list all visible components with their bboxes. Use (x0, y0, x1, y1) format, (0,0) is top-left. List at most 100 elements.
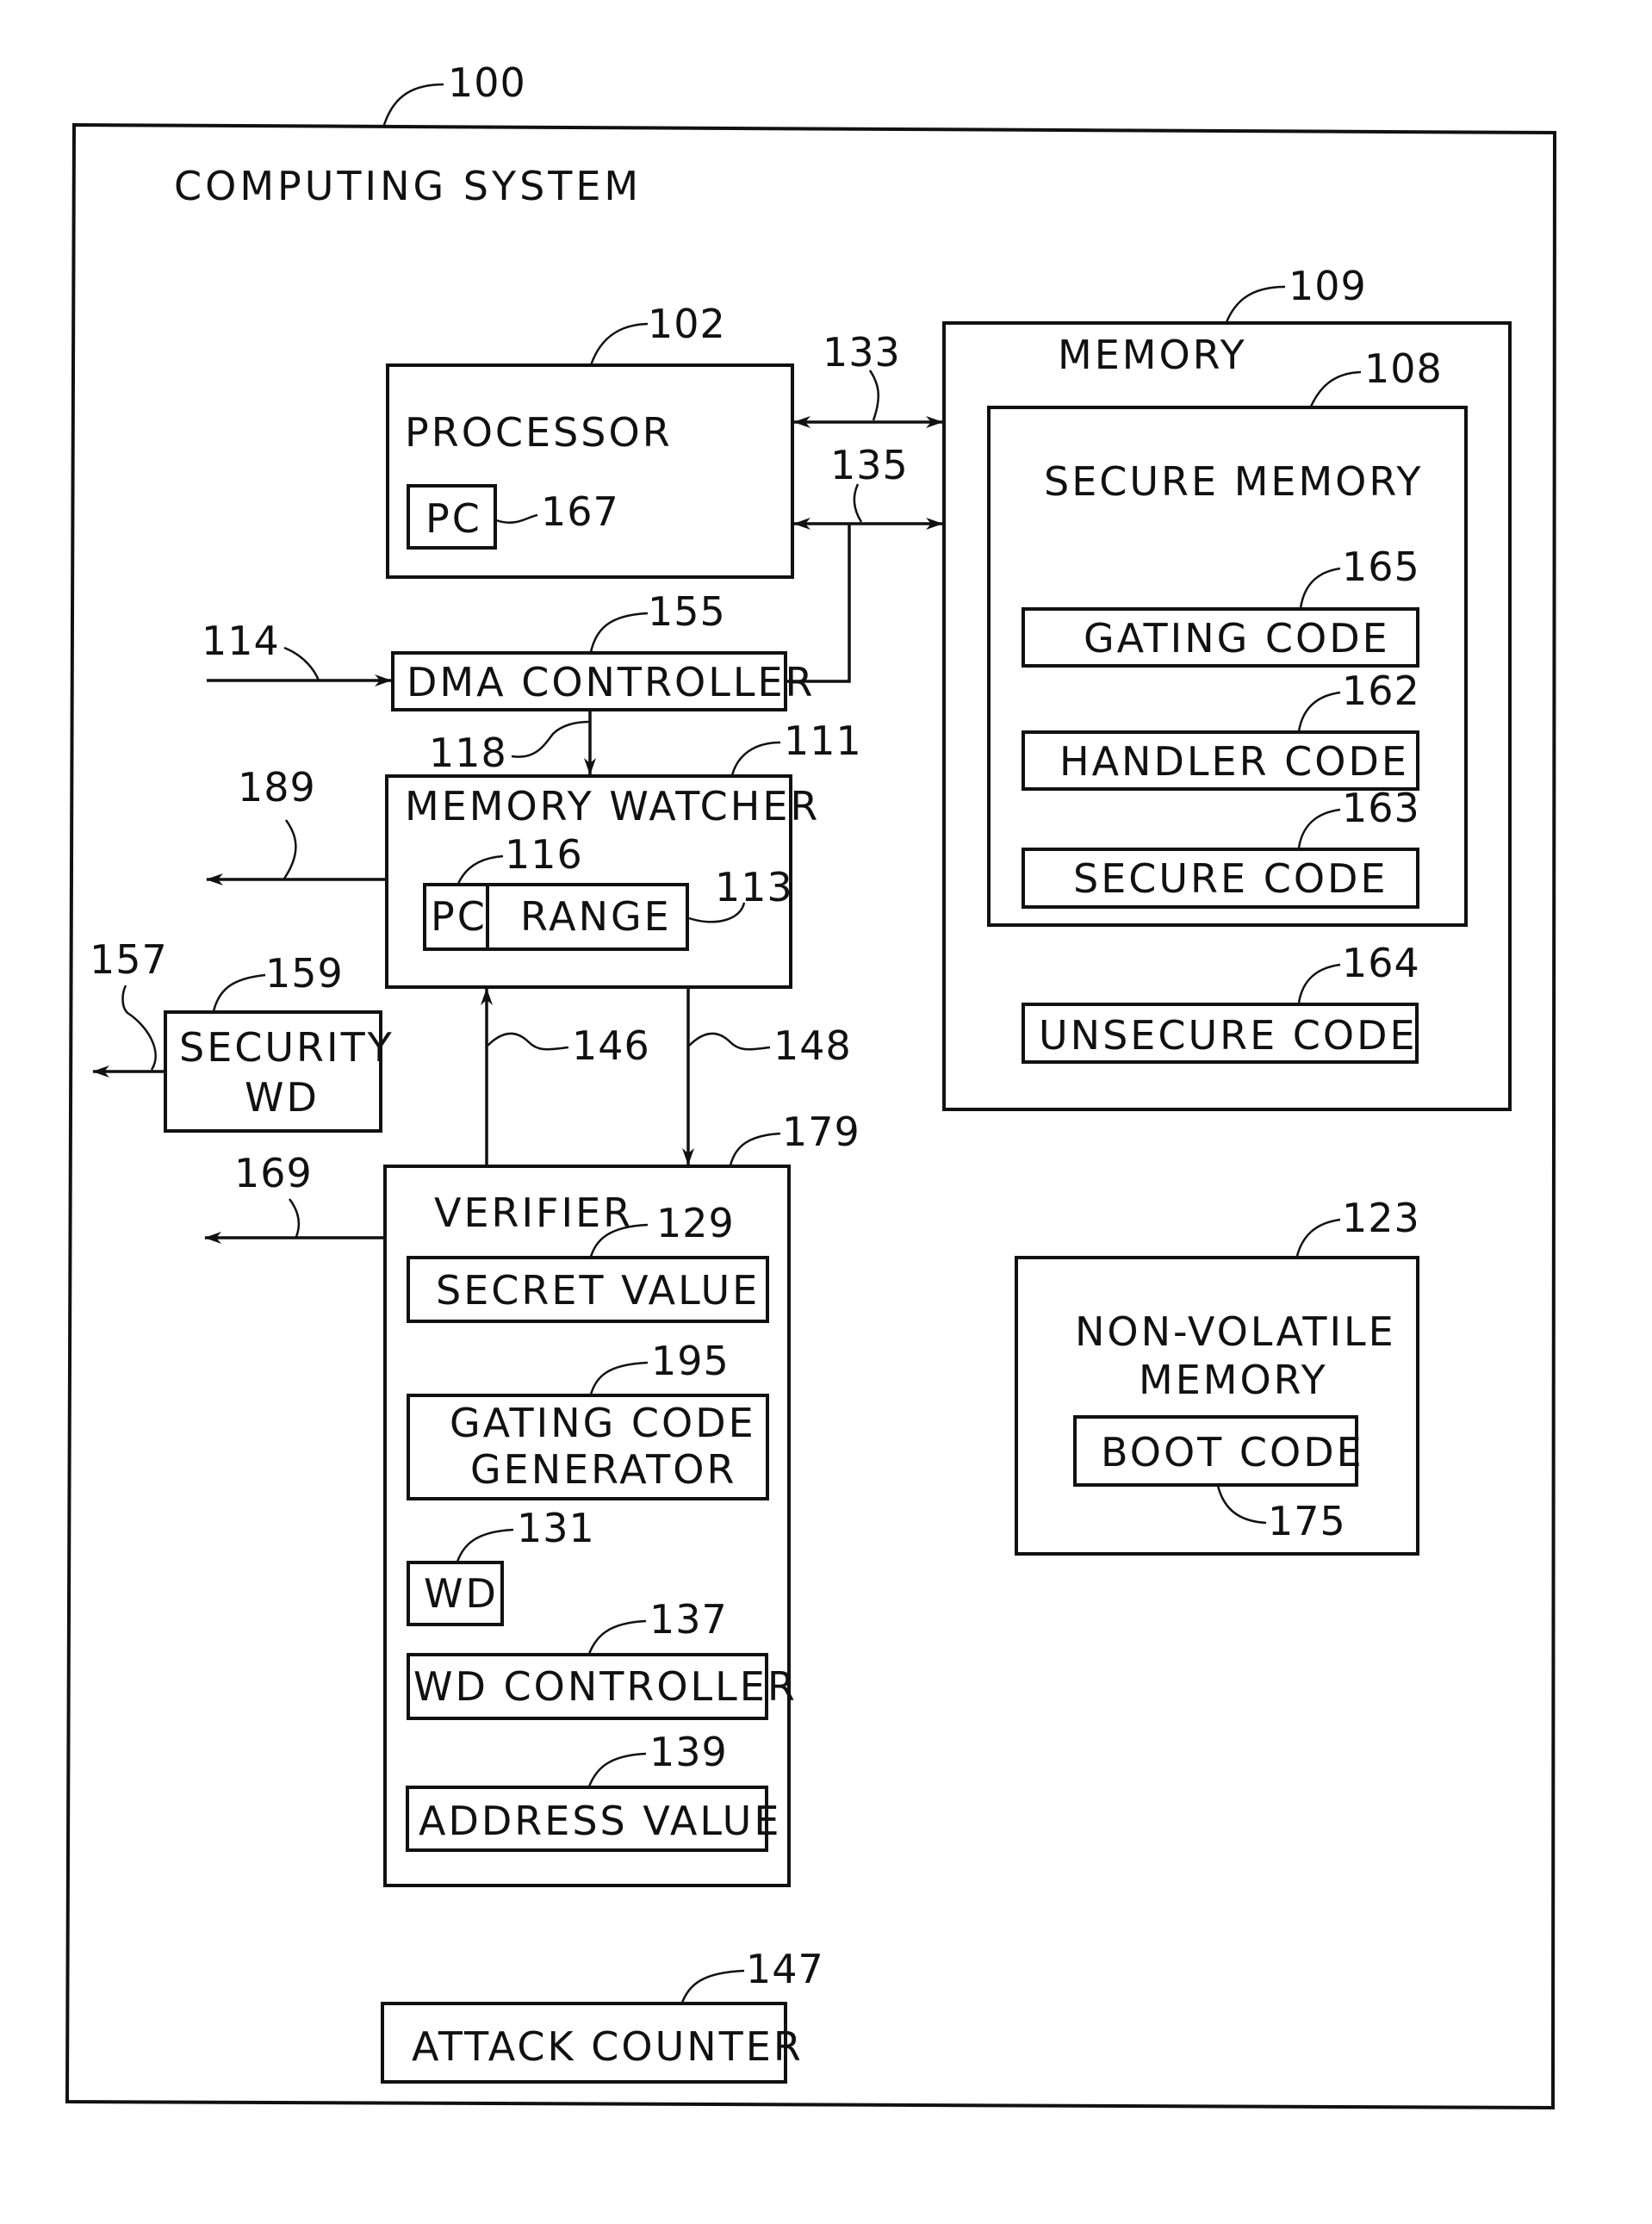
memory-box (942, 321, 1512, 1111)
ref-leader-135 (853, 483, 863, 523)
security-wd-label-line2: WD (245, 1074, 320, 1121)
non-volatile-memory-label-line1: NON-VOLATILE (1075, 1308, 1396, 1355)
ref-label-113: 113 (715, 864, 793, 910)
ref-label-147: 147 (746, 1946, 824, 1992)
ref-leader-169 (289, 1198, 300, 1238)
patent-figure: 100 COMPUTING SYSTEM PROCESSOR 102 PC 16… (65, 59, 1557, 2110)
ref-label-133: 133 (823, 329, 901, 376)
ref-label-137: 137 (649, 1596, 728, 1643)
ref-label-169: 169 (234, 1150, 313, 1196)
ref-leader-164 (1297, 963, 1341, 1003)
ref-label-129: 129 (656, 1200, 735, 1246)
ref-leader-163 (1297, 808, 1341, 848)
processor-pc-label: PC (425, 495, 482, 542)
ref-label-162: 162 (1342, 668, 1420, 714)
ref-leader-102 (589, 322, 649, 366)
gating-code-generator-label-line1: GATING CODE (450, 1400, 756, 1446)
ref-leader-155 (589, 612, 649, 653)
ref-leader-162 (1297, 691, 1341, 732)
ref-leader-131 (456, 1528, 514, 1562)
processor-box (386, 363, 794, 579)
wd-label: WD (424, 1570, 499, 1617)
ref-leader-148 (688, 1032, 771, 1051)
non-volatile-memory-block: NON-VOLATILE MEMORY 123 BOOT CODE 175 (1015, 1195, 1420, 1556)
dma-to-watcher-signal: 118 (429, 711, 596, 776)
dma-controller-block: DMA CONTROLLER 155 114 (202, 588, 816, 711)
ref-leader-109 (1225, 285, 1286, 323)
ref-leader-116 (456, 854, 504, 885)
attack-counter-label: ATTACK COUNTER (412, 2023, 804, 2070)
dma-bus-connection (786, 524, 851, 683)
ref-leader-108 (1309, 370, 1362, 407)
ref-label-157: 157 (90, 936, 168, 983)
ref-leader-146 (487, 1032, 569, 1051)
ref-label-179: 179 (782, 1109, 860, 1155)
dma-controller-label: DMA CONTROLLER (407, 659, 816, 705)
ref-leader-195 (589, 1361, 649, 1395)
security-wd-block: SECURITY WD 159 157 (90, 936, 394, 1133)
ref-label-195: 195 (651, 1338, 730, 1384)
non-volatile-memory-label-line2: MEMORY (1139, 1357, 1328, 1403)
processor-block: PROCESSOR 102 PC 167 (386, 301, 794, 579)
ref-label-109: 109 (1289, 263, 1367, 309)
handler-code-label: HANDLER CODE (1059, 738, 1409, 785)
wd-controller-label: WD CONTROLLER (413, 1663, 798, 1710)
ref-leader-118 (511, 720, 590, 758)
system-title: COMPUTING SYSTEM (174, 163, 642, 209)
bus-133: 133 (793, 329, 943, 428)
verifier-to-watcher-signal: 146 (481, 988, 650, 1165)
ref-leader-167 (495, 513, 538, 524)
memory-block: MEMORY 109 SECURE MEMORY 108 GATING CODE… (942, 263, 1512, 1111)
bus-135: 135 (786, 442, 943, 683)
security-wd-label-line1: SECURITY (179, 1024, 394, 1071)
ref-label-102: 102 (648, 301, 726, 347)
processor-label: PROCESSOR (405, 409, 673, 456)
watcher-range-label: RANGE (520, 893, 672, 940)
ref-leader-123 (1295, 1218, 1341, 1257)
ref-leader-111 (730, 741, 781, 776)
ref-label-111: 111 (784, 718, 862, 764)
verifier-label: VERIFIER (434, 1190, 633, 1236)
ref-label-175: 175 (1268, 1498, 1346, 1544)
ref-label-131: 131 (517, 1505, 595, 1551)
ref-leader-157 (121, 985, 157, 1071)
memory-watcher-label: MEMORY WATCHER (405, 783, 820, 829)
ref-leader-175 (1216, 1485, 1267, 1525)
boot-code-label: BOOT CODE (1101, 1429, 1364, 1475)
watcher-pc-label: PC (431, 893, 488, 940)
ref-label-163: 163 (1342, 785, 1420, 831)
ref-label-135: 135 (830, 442, 909, 488)
ref-label-100: 100 (448, 59, 526, 106)
ref-leader-114 (283, 646, 320, 681)
ref-label-146: 146 (572, 1022, 650, 1069)
memory-label: MEMORY (1058, 332, 1247, 378)
unsecure-code-label: UNSECURE CODE (1039, 1012, 1418, 1059)
ref-leader-100 (382, 83, 444, 128)
gating-code-label: GATING CODE (1084, 615, 1390, 662)
ref-label-159: 159 (265, 950, 344, 997)
attack-counter-block: ATTACK COUNTER 147 (381, 1946, 824, 2084)
ref-label-165: 165 (1342, 544, 1420, 590)
gating-code-generator-label-line2: GENERATOR (470, 1446, 736, 1493)
ref-label-189: 189 (238, 764, 316, 811)
ref-label-123: 123 (1342, 1195, 1420, 1241)
ref-label-108: 108 (1364, 345, 1443, 392)
ref-label-167: 167 (541, 488, 619, 535)
ref-label-139: 139 (649, 1729, 728, 1775)
ref-label-155: 155 (648, 588, 726, 635)
verifier-block: VERIFIER 179 169 SECRET VALUE 129 GATING… (204, 1109, 860, 1887)
ref-leader-137 (587, 1619, 647, 1655)
ref-leader-159 (212, 973, 266, 1012)
secret-value-label: SECRET VALUE (436, 1267, 760, 1314)
ref-leader-133 (868, 370, 880, 421)
ref-label-148: 148 (773, 1022, 852, 1069)
ref-leader-179 (729, 1132, 781, 1166)
ref-leader-165 (1299, 567, 1341, 609)
ref-label-118: 118 (429, 730, 507, 776)
ref-label-116: 116 (505, 831, 583, 878)
non-volatile-memory-box (1015, 1256, 1419, 1556)
ref-label-164: 164 (1342, 940, 1420, 986)
ref-leader-189 (283, 819, 297, 879)
ref-leader-139 (587, 1752, 647, 1787)
ref-leader-147 (680, 1969, 745, 2003)
